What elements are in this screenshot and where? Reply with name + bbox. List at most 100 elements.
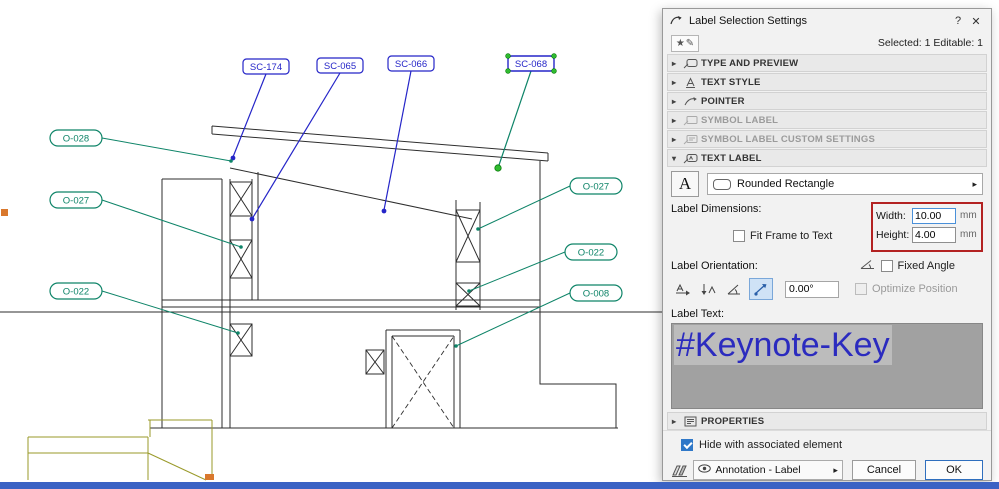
text-style-icon [683, 76, 701, 88]
letter-a-glyph: A [678, 174, 692, 193]
properties-icon [683, 416, 701, 427]
label-preview-icon [683, 58, 701, 69]
orientation-custom-button-selected[interactable] [749, 278, 773, 300]
annotation-highlight-box: Width: mm Height: mm [871, 202, 983, 252]
label-orientation-caption: Label Orientation: [671, 260, 758, 272]
label-dimensions-caption: Label Dimensions: [671, 203, 762, 215]
optimize-position-checkbox [855, 283, 867, 295]
chevron-right-icon: ▸ [672, 134, 677, 144]
symbol-label-icon [683, 115, 701, 126]
text-label-icon [683, 153, 701, 164]
leader-line-selected [497, 70, 532, 169]
hide-with-element-checkbox[interactable] [681, 439, 693, 451]
leader-lines-blue [232, 70, 412, 220]
section-text-label[interactable]: ▾ TEXT LABEL [667, 149, 987, 167]
fixed-angle-checkbox-row[interactable]: Fixed Angle [860, 259, 955, 273]
height-label: Height: [876, 228, 910, 241]
optimize-position-row: Optimize Position [855, 283, 958, 295]
orientation-horizontal-button[interactable] [671, 278, 695, 300]
dialog-title: Label Selection Settings [689, 15, 808, 27]
chevron-right-icon: ▸ [672, 96, 677, 106]
width-unit: mm [960, 210, 977, 221]
height-input[interactable] [912, 226, 956, 243]
text-frame-letter-button[interactable]: A [671, 171, 699, 197]
drawing-canvas[interactable]: SC-174 SC-065 SC-066 SC-068 O-028 O-027 [0, 0, 662, 482]
label-tool-icon [669, 13, 683, 29]
favorites-row: ★ ✎ Selected: 1 Editable: 1 [663, 33, 991, 53]
section-title: PROPERTIES [701, 415, 765, 427]
chevron-right-icon: ▸ [672, 115, 677, 125]
section-type-and-preview[interactable]: ▸ TYPE AND PREVIEW [667, 54, 987, 72]
pointer-icon [683, 96, 701, 107]
fit-frame-label: Fit Frame to Text [750, 230, 833, 242]
pen-icon: ✎ [685, 37, 695, 49]
drawing-label-o008[interactable]: O-008 [569, 284, 623, 302]
drawing-label-o027-right[interactable]: O-027 [569, 177, 623, 195]
building-section [0, 125, 662, 429]
pen-set-icon[interactable] [671, 462, 689, 478]
section-title: TEXT LABEL [701, 152, 762, 164]
label-text: SC-065 [324, 61, 356, 72]
label-text: O-022 [578, 248, 604, 259]
label-text: O-022 [63, 287, 89, 298]
optimize-position-label: Optimize Position [872, 283, 958, 295]
drawing-label-o028[interactable]: O-028 [49, 129, 103, 147]
help-button[interactable]: ? [949, 15, 967, 27]
label-text: O-027 [583, 182, 609, 193]
label-text: O-027 [63, 196, 89, 207]
orientation-angle-button[interactable] [723, 278, 747, 300]
angle-input[interactable] [785, 280, 839, 298]
layer-dropdown[interactable]: Annotation - Label ▸ [693, 460, 843, 480]
label-text: SC-066 [395, 59, 427, 70]
label-text-input[interactable]: #Keynote-Key [671, 323, 983, 409]
drawing-label-sc066[interactable]: SC-066 [387, 55, 435, 72]
orientation-vertical-button[interactable] [697, 278, 721, 300]
ok-button[interactable]: OK [925, 460, 983, 480]
dialog-footer: Hide with associated element Annotation … [663, 430, 991, 480]
favorites-button[interactable]: ★ ✎ [671, 34, 699, 52]
frame-style-dropdown[interactable]: Rounded Rectangle ▸ [707, 173, 983, 195]
chevron-right-icon: ▸ [672, 416, 677, 426]
flyout-arrow-icon: ▸ [833, 464, 838, 475]
width-label: Width: [876, 209, 906, 222]
height-unit: mm [960, 229, 977, 240]
dialog-titlebar[interactable]: Label Selection Settings ? ✕ [663, 9, 991, 33]
elevation-marker-icon [1, 209, 214, 480]
fit-frame-checkbox[interactable] [733, 230, 745, 242]
section-title: SYMBOL LABEL CUSTOM SETTINGS [701, 133, 875, 145]
drawing-label-o022-left[interactable]: O-022 [49, 282, 103, 300]
frame-style-value: Rounded Rectangle [737, 178, 835, 190]
hide-with-element-row[interactable]: Hide with associated element [671, 439, 983, 451]
hide-with-element-label: Hide with associated element [699, 439, 843, 451]
label-text-caption: Label Text: [671, 308, 725, 320]
layer-value: Annotation - Label [715, 464, 801, 476]
fixed-angle-checkbox[interactable] [880, 260, 893, 272]
bottom-taskbar [0, 482, 999, 489]
text-label-panel: A Rounded Rectangle ▸ Label Dimensions: … [663, 167, 991, 411]
label-text: O-028 [63, 134, 89, 145]
section-text-style[interactable]: ▸ TEXT STYLE [667, 73, 987, 91]
section-title: TEXT STYLE [701, 76, 761, 88]
drawing-label-sc174[interactable]: SC-174 [242, 58, 290, 75]
section-pointer[interactable]: ▸ POINTER [667, 92, 987, 110]
star-icon: ★ [675, 37, 685, 49]
drawing-label-sc065[interactable]: SC-065 [316, 57, 364, 74]
fit-frame-checkbox-row[interactable]: Fit Frame to Text [733, 230, 832, 242]
chevron-right-icon: ▸ [672, 58, 677, 68]
drawing-label-sc068-selected[interactable]: SC-068 [505, 53, 557, 74]
fixed-angle-label: Fixed Angle [897, 260, 955, 272]
chevron-down-icon: ▾ [672, 153, 677, 163]
label-text: SC-068 [515, 59, 547, 70]
selection-status: Selected: 1 Editable: 1 [877, 37, 983, 49]
drawing-label-o027-left[interactable]: O-027 [49, 191, 103, 209]
section-title: TYPE AND PREVIEW [701, 57, 799, 69]
section-symbol-label-custom-settings: ▸ SYMBOL LABEL CUSTOM SETTINGS [667, 130, 987, 148]
angle-pencil-icon [860, 259, 876, 273]
section-properties[interactable]: ▸ PROPERTIES [667, 412, 987, 430]
width-input[interactable] [912, 207, 956, 224]
terrain-lines [27, 419, 213, 481]
cancel-button[interactable]: Cancel [851, 460, 917, 480]
chevron-right-icon: ▸ [672, 77, 677, 87]
close-icon[interactable]: ✕ [967, 15, 985, 28]
drawing-label-o022-right[interactable]: O-022 [564, 243, 618, 261]
